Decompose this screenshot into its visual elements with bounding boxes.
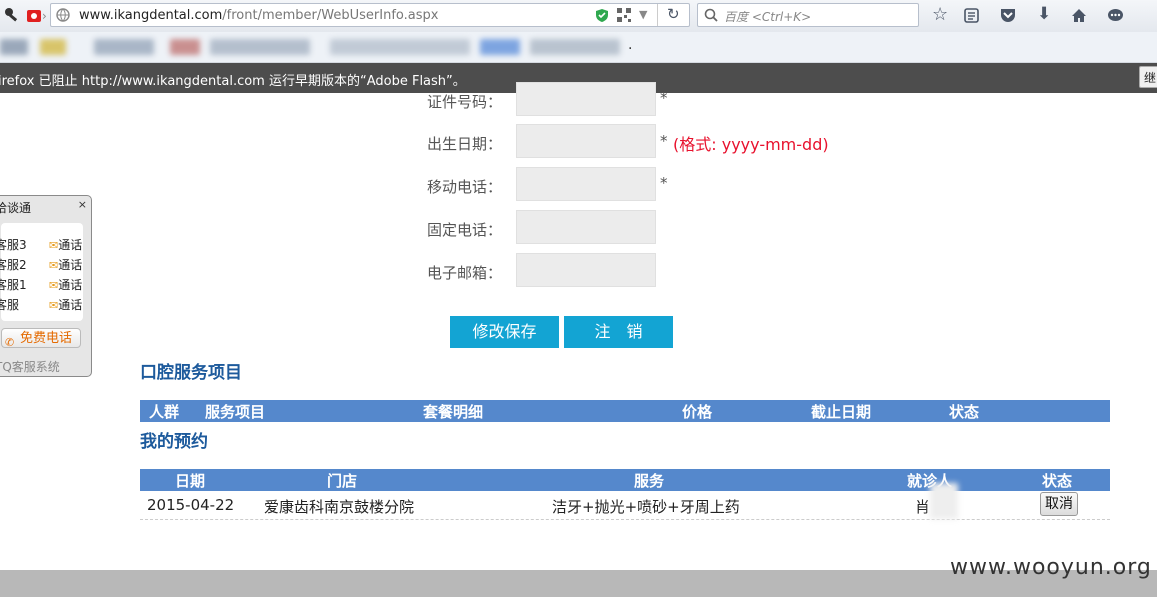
appointment-service: 洁牙+抛光+喷砂+牙周上药	[552, 498, 740, 516]
free-call-button[interactable]: ✆ 免费电话	[1, 328, 81, 349]
agent-call-link[interactable]: ✉通话	[49, 236, 82, 253]
appointment-store: 爱康齿科南京鼓楼分院	[264, 498, 415, 516]
appointment-patient: 肖	[915, 498, 931, 516]
agent-call-link[interactable]: ✉通话	[49, 296, 82, 313]
search-placeholder: 百度 <Ctrl+K>	[724, 10, 812, 24]
browser-toolbar: › www.ikangdental.com/front/member/WebUs…	[0, 0, 1157, 33]
key-icon[interactable]	[4, 7, 20, 26]
landline-input[interactable]	[516, 210, 656, 244]
column-header: 门店	[327, 472, 358, 490]
column-header: 日期	[175, 472, 206, 490]
globe-icon	[56, 8, 70, 25]
bookmark-item[interactable]	[480, 39, 520, 55]
redacted-name	[930, 483, 958, 519]
mobile-phone-label: 移动电话：	[427, 178, 503, 196]
phone-icon: ✆	[5, 336, 15, 349]
appointment-date: 2015-04-22	[147, 496, 235, 514]
chat-widget-title: 洽谈通	[0, 201, 32, 215]
pocket-icon[interactable]	[1000, 8, 1016, 26]
birth-date-input[interactable]	[516, 124, 656, 158]
save-button[interactable]: 修改保存	[450, 316, 559, 348]
bookmarks-bar: .	[0, 32, 1157, 63]
search-bar[interactable]: 百度 <Ctrl+K>	[697, 3, 919, 27]
chat-icon[interactable]	[1107, 8, 1124, 26]
column-header: 状态	[1042, 472, 1073, 490]
download-icon[interactable]: ⬇	[1037, 6, 1051, 23]
qr-icon[interactable]	[617, 8, 631, 25]
star-icon[interactable]: ☆	[932, 6, 948, 24]
reload-icon[interactable]: ↻	[667, 7, 680, 22]
mail-icon: ✉	[49, 259, 59, 272]
appointments-title: 我的预约	[140, 432, 208, 452]
bookmark-item[interactable]	[170, 39, 200, 55]
mobile-phone-input[interactable]	[516, 167, 656, 201]
home-icon[interactable]	[1071, 8, 1087, 26]
shield-icon[interactable]	[595, 8, 609, 26]
logout-button[interactable]: 注 销	[564, 316, 673, 348]
agent-call-link[interactable]: ✉通话	[49, 276, 82, 293]
table-row: 2015-04-22 爱康齿科南京鼓楼分院 洁牙+抛光+喷砂+牙周上药 肖	[140, 483, 1110, 520]
column-header: 人群	[149, 403, 180, 421]
bookmark-item[interactable]	[0, 39, 28, 55]
agent-name: 客服2	[0, 258, 27, 272]
agent-list: 客服3 ✉通话 客服2 ✉通话 客服1 ✉通话 客服 ✉通话	[0, 223, 83, 321]
divider	[657, 4, 658, 26]
mail-icon: ✉	[49, 239, 59, 252]
chat-widget: 洽谈通 × 客服3 ✉通话 客服2 ✉通话 客服1 ✉通话 客服 ✉通话 ✆ 免…	[0, 195, 92, 377]
bookmark-item[interactable]	[40, 39, 66, 55]
column-header: 套餐明细	[423, 403, 484, 421]
bookmarks-overflow: .	[628, 37, 633, 53]
url-bar[interactable]: www.ikangdental.com/front/member/WebUser…	[50, 3, 690, 27]
services-title: 口腔服务项目	[140, 363, 242, 383]
agent-call-link[interactable]: ✉通话	[49, 256, 82, 273]
date-format-hint: (格式: yyyy-mm-dd)	[673, 135, 829, 154]
notification-continue-button[interactable]: 继	[1139, 66, 1157, 88]
agent-name: 客服1	[0, 278, 27, 292]
column-header: 服务项目	[205, 403, 266, 421]
bookmark-item[interactable]	[530, 39, 620, 55]
cancel-appointment-button[interactable]: 取消	[1040, 492, 1078, 516]
appointments-table-header: 日期 门店 服务 就诊人 状态	[140, 469, 1110, 491]
column-header: 截止日期	[811, 403, 872, 421]
bookmark-item[interactable]	[210, 39, 310, 55]
agent-name: 客服3	[0, 238, 27, 252]
reading-list-icon[interactable]	[964, 8, 979, 26]
id-number-label: 证件号码：	[427, 93, 503, 111]
column-header: 服务	[634, 472, 665, 490]
column-header: 价格	[682, 403, 713, 421]
mail-icon: ✉	[49, 279, 59, 292]
email-input[interactable]	[516, 253, 656, 287]
id-number-input[interactable]	[516, 82, 656, 116]
required-mark: *	[660, 132, 668, 150]
landline-label: 固定电话：	[427, 221, 503, 239]
url-text: www.ikangdental.com/front/member/WebUser…	[79, 8, 439, 23]
mail-icon: ✉	[49, 299, 59, 312]
addon-icon[interactable]	[26, 7, 42, 26]
column-header: 状态	[949, 403, 980, 421]
agent-name: 客服	[0, 298, 20, 312]
required-mark: *	[660, 174, 668, 192]
bookmark-item[interactable]	[330, 39, 470, 55]
bookmark-item[interactable]	[94, 39, 154, 55]
dropdown-icon[interactable]: ▼	[639, 9, 647, 20]
email-label: 电子邮箱：	[427, 264, 503, 282]
close-icon[interactable]: ×	[78, 198, 87, 211]
required-mark: *	[660, 89, 668, 107]
watermark: www.wooyun.org	[950, 555, 1152, 580]
birth-date-label: 出生日期：	[427, 135, 503, 153]
services-table-header: 人群 服务项目 套餐明细 价格 截止日期 状态	[140, 400, 1110, 422]
chat-widget-brand: TQ客服系统	[0, 360, 60, 374]
chevron-right-icon: ›	[42, 9, 47, 23]
search-icon	[704, 8, 718, 25]
notification-text: irefox 已阻止 http://www.ikangdental.com 运行…	[0, 74, 466, 89]
